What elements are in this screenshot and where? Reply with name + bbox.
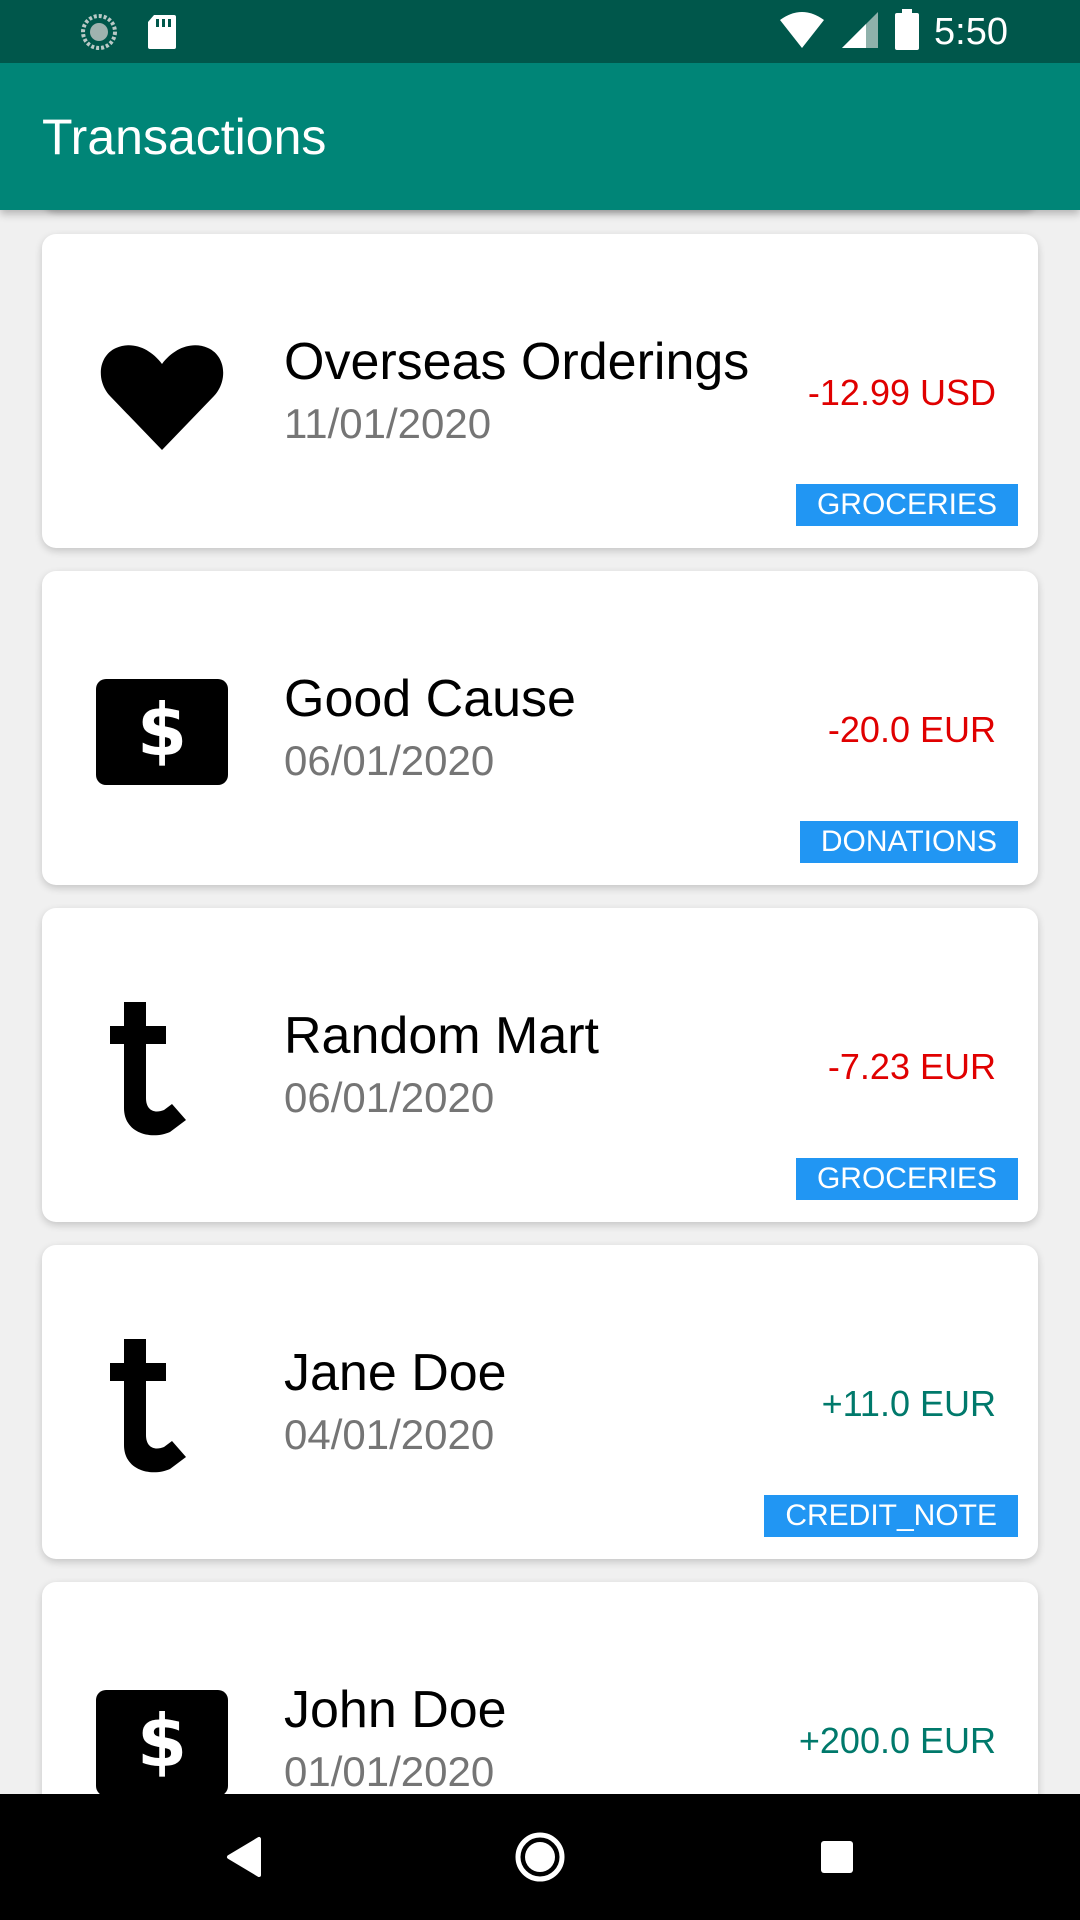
sd-card-icon <box>146 13 178 56</box>
transaction-amount: +200.0 EUR <box>798 1720 996 1761</box>
transaction-date: 06/01/2020 <box>284 1074 495 1121</box>
heart-icon <box>94 326 230 462</box>
transaction-card[interactable]: Random Mart 06/01/2020 -7.23 EUR GROCERI… <box>42 908 1038 1222</box>
transaction-card[interactable]: Overseas Orderings 11/01/2020 -12.99 USD… <box>42 234 1038 548</box>
transaction-date: 11/01/2020 <box>284 400 492 447</box>
transaction-date: 01/01/2020 <box>284 1748 495 1794</box>
back-icon[interactable] <box>208 1822 278 1892</box>
category-badge: GROCERIES <box>795 1158 1018 1200</box>
battery-icon <box>894 8 920 56</box>
transaction-amount: -7.23 EUR <box>827 1046 996 1087</box>
tumblr-icon <box>94 1337 230 1473</box>
recents-icon[interactable] <box>802 1822 872 1892</box>
svg-text:$: $ <box>137 688 187 772</box>
sync-icon <box>80 13 118 56</box>
transaction-date: 04/01/2020 <box>284 1411 495 1458</box>
dollar-icon: $ <box>94 663 230 799</box>
transaction-name: Good Cause <box>284 670 576 728</box>
svg-text:$: $ <box>137 1699 187 1783</box>
category-badge: DONATIONS <box>799 821 1018 863</box>
transaction-date: 06/01/2020 <box>284 737 495 784</box>
transaction-list[interactable]: Overseas Orderings 11/01/2020 -12.99 USD… <box>0 210 1080 1794</box>
category-badge: CREDIT_NOTE <box>764 1495 1018 1537</box>
transaction-name: John Doe <box>284 1681 507 1739</box>
home-icon[interactable] <box>505 1822 575 1892</box>
transaction-card[interactable]: $ Good Cause 06/01/2020 -20.0 EUR DONATI… <box>42 571 1038 885</box>
status-time: 5:50 <box>934 11 1008 53</box>
dollar-icon: $ <box>94 1674 230 1794</box>
transaction-name: Random Mart <box>284 1007 599 1065</box>
signal-icon <box>840 10 880 55</box>
app-bar: Transactions <box>0 63 1080 210</box>
category-badge: GROCERIES <box>795 484 1018 526</box>
wifi-icon <box>778 10 826 55</box>
page-title: Transactions <box>42 109 327 165</box>
navigation-bar <box>0 1794 1080 1920</box>
transaction-card[interactable]: $ John Doe 01/01/2020 +200.0 EUR <box>42 1582 1038 1794</box>
transaction-amount: +11.0 EUR <box>821 1383 996 1424</box>
transaction-name: Overseas Orderings <box>284 333 750 391</box>
transaction-amount: -12.99 USD <box>807 372 996 413</box>
transaction-name: Jane Doe <box>284 1344 507 1402</box>
screen: 5:50 Transactions Overseas Orderings 11/… <box>0 0 1080 1920</box>
tumblr-icon <box>94 1000 230 1136</box>
transaction-amount: -20.0 EUR <box>827 709 996 750</box>
transaction-card[interactable]: Jane Doe 04/01/2020 +11.0 EUR CREDIT_NOT… <box>42 1245 1038 1559</box>
status-bar: 5:50 <box>0 0 1080 63</box>
